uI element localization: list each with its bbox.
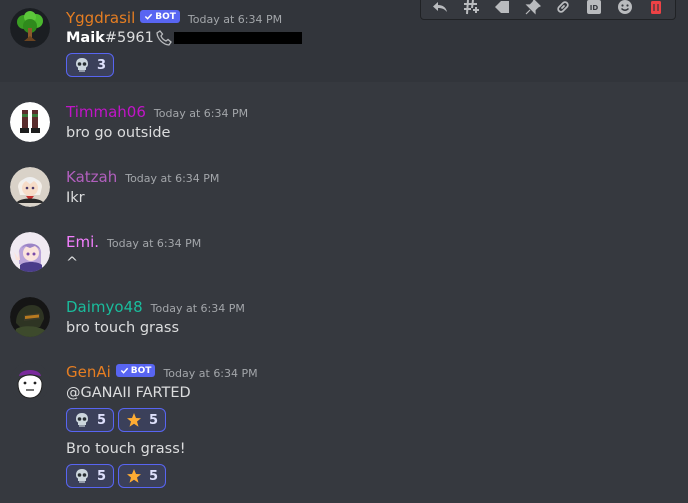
- reaction-skull[interactable]: 3: [66, 53, 115, 77]
- tree-avatar-icon: [10, 8, 50, 48]
- reaction-skull[interactable]: 5: [66, 464, 115, 488]
- bot-tag-label: BOT: [155, 11, 176, 22]
- bot-tag-label: BOT: [130, 365, 152, 376]
- create-thread-icon[interactable]: [460, 0, 482, 17]
- message-content: Bro touch grass!: [66, 441, 186, 457]
- username[interactable]: GenAi: [66, 363, 111, 381]
- reaction-skull[interactable]: 5: [66, 408, 115, 432]
- message-content: Ikr: [66, 190, 85, 206]
- username[interactable]: Emi.: [66, 233, 99, 251]
- reaction-star[interactable]: 5: [118, 464, 167, 488]
- reaction-star[interactable]: 5: [118, 408, 167, 432]
- skull-icon: [76, 58, 88, 72]
- anime-avatar-icon: [10, 167, 50, 207]
- reaction-count: 5: [149, 412, 159, 428]
- username[interactable]: Katzah: [66, 168, 117, 186]
- anime-avatar-icon: [10, 232, 50, 272]
- timestamp[interactable]: Today at 6:34 PM: [154, 107, 248, 120]
- timestamp[interactable]: Today at 6:34 PM: [107, 237, 201, 250]
- boots-avatar-icon: [10, 102, 50, 142]
- avatar[interactable]: [10, 362, 50, 402]
- timestamp[interactable]: Today at 6:34 PM: [163, 367, 257, 380]
- skull-icon: [76, 469, 88, 483]
- message-content: bro go outside: [66, 125, 171, 141]
- reaction-count: 5: [97, 412, 107, 428]
- phone-icon: [156, 30, 172, 46]
- username[interactable]: Timmah06: [66, 103, 146, 121]
- message-content: @GANAII FARTED: [66, 385, 191, 401]
- message-content: Maik#5961: [66, 30, 302, 46]
- face-avatar-icon: [10, 362, 50, 402]
- pin-icon[interactable]: [522, 0, 544, 17]
- add-reaction-icon[interactable]: [614, 0, 636, 17]
- delete-icon[interactable]: [645, 0, 667, 17]
- timestamp[interactable]: Today at 6:34 PM: [188, 13, 282, 26]
- skull-icon: [76, 413, 88, 427]
- timestamp[interactable]: Today at 6:34 PM: [125, 172, 219, 185]
- reaction-count: 5: [97, 468, 107, 484]
- reactions: 5 5: [66, 464, 167, 488]
- avatar[interactable]: [10, 8, 50, 48]
- reaction-count: 5: [149, 468, 159, 484]
- message-actions-toolbar: ID: [420, 0, 676, 20]
- reaction-count: 3: [97, 57, 107, 73]
- message-content: ^: [66, 255, 79, 271]
- copy-id-label: ID: [590, 4, 599, 12]
- reactions: 5 5: [66, 408, 167, 432]
- reply-icon[interactable]: [429, 0, 451, 17]
- copy-id-icon[interactable]: ID: [583, 0, 605, 17]
- discriminator: #5961: [104, 30, 154, 46]
- bot-tag: BOT: [115, 364, 156, 377]
- bot-tag: BOT: [140, 10, 180, 23]
- username[interactable]: Yggdrasil: [66, 9, 135, 27]
- verified-check-icon: [120, 367, 128, 374]
- redacted-text: [173, 32, 302, 44]
- avatar[interactable]: [10, 167, 50, 207]
- avatar[interactable]: [10, 232, 50, 272]
- avatar[interactable]: [10, 297, 50, 337]
- reactions: 3: [66, 53, 115, 77]
- timestamp[interactable]: Today at 6:34 PM: [151, 302, 245, 315]
- verified-check-icon: [145, 13, 153, 20]
- mentioned-name: Maik: [66, 30, 105, 46]
- mark-unread-icon[interactable]: [491, 0, 513, 17]
- star-icon: [127, 469, 142, 483]
- username[interactable]: Daimyo48: [66, 298, 143, 316]
- star-icon: [127, 413, 142, 427]
- message-content: bro touch grass: [66, 320, 180, 336]
- helmet-avatar-icon: [10, 297, 50, 337]
- copy-link-icon[interactable]: [552, 0, 574, 17]
- avatar[interactable]: [10, 102, 50, 142]
